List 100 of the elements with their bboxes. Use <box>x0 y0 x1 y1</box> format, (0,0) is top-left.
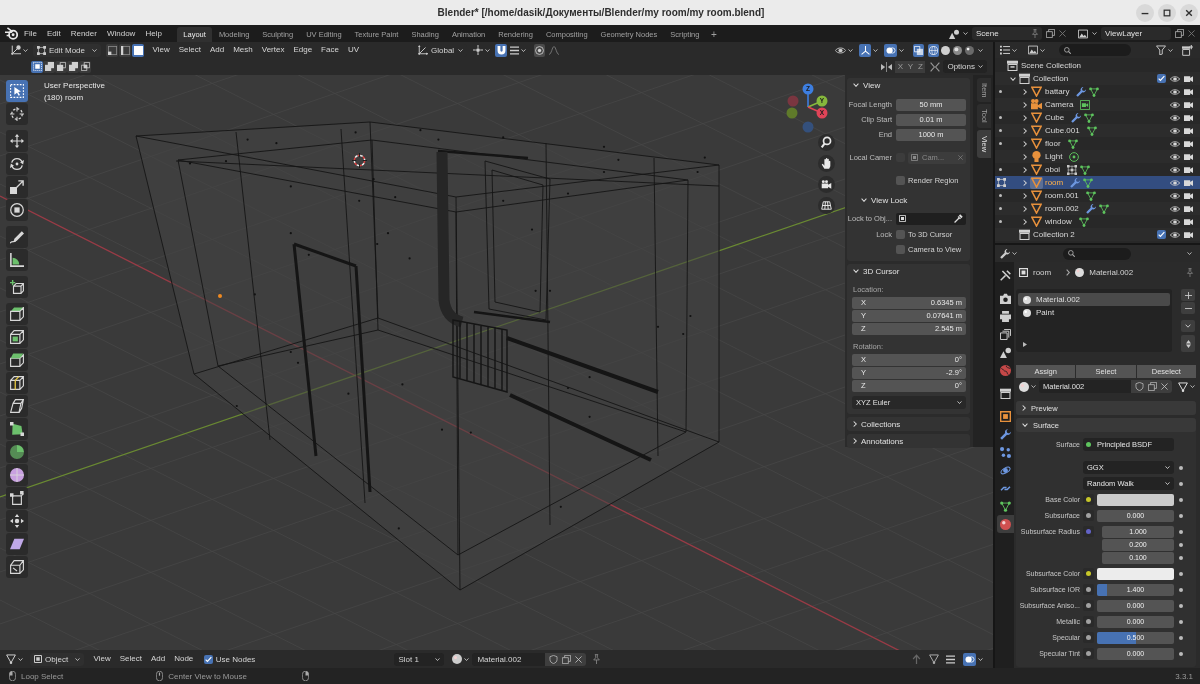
edge-select-icon[interactable] <box>119 43 131 57</box>
menu-item[interactable]: Select <box>115 652 147 666</box>
pin-icon[interactable] <box>1031 29 1039 38</box>
overlapping-circles-icon[interactable] <box>963 652 976 666</box>
plus-icon[interactable] <box>1181 289 1195 301</box>
grid-icon[interactable] <box>818 197 835 214</box>
camera-icon[interactable] <box>1184 113 1193 122</box>
menu-item[interactable]: View <box>89 652 116 666</box>
app-logo-icon[interactable] <box>5 27 18 40</box>
camera-icon[interactable] <box>1184 165 1193 174</box>
menu-item[interactable]: Add <box>146 652 170 666</box>
dot-icon[interactable] <box>999 194 1002 197</box>
dot-icon[interactable] <box>999 168 1002 171</box>
crosshair-dot-icon[interactable] <box>473 45 483 55</box>
camera-icon[interactable] <box>1184 87 1193 96</box>
menu-item[interactable]: Select <box>174 43 206 57</box>
add-workspace-button[interactable]: + <box>705 27 722 42</box>
menu-item[interactable]: Edit <box>41 26 66 41</box>
overlapping-circles-icon[interactable] <box>884 43 897 57</box>
three-lines-icon[interactable] <box>946 654 955 664</box>
wireframe-sphere-icon[interactable] <box>928 43 939 57</box>
axis-toggle[interactable]: Z <box>915 60 926 73</box>
keyframe-dot-icon[interactable] <box>1179 619 1183 624</box>
camera-icon[interactable] <box>1184 191 1193 200</box>
menu-item[interactable]: Add <box>205 43 229 57</box>
minus-icon[interactable] <box>1181 302 1195 314</box>
image-icon[interactable] <box>1078 28 1088 39</box>
menu-item[interactable]: Render <box>65 26 102 41</box>
wrench-icon[interactable] <box>1085 203 1096 214</box>
vertex-triangle-icon[interactable] <box>1085 190 1096 201</box>
caret-icon[interactable] <box>1040 48 1045 52</box>
select-box-icon[interactable] <box>6 80 28 102</box>
eyedropper-icon[interactable] <box>954 214 963 223</box>
checkbox[interactable] <box>896 176 905 185</box>
eye-icon[interactable] <box>1170 165 1180 174</box>
caret-icon[interactable] <box>485 48 490 52</box>
magnet-icon[interactable] <box>495 43 507 57</box>
cube-top-face-icon[interactable] <box>6 303 28 325</box>
grid-icon[interactable] <box>1067 164 1078 175</box>
eye-icon[interactable] <box>1170 87 1180 96</box>
socket-icon[interactable] <box>1086 497 1091 502</box>
material-sphere-icon[interactable] <box>1019 381 1029 392</box>
scene-field[interactable]: Scene <box>972 27 1042 40</box>
caret-icon[interactable] <box>1165 466 1170 469</box>
socket-icon[interactable] <box>1086 619 1091 624</box>
tree-row[interactable]: floor <box>995 137 1200 150</box>
eye-icon[interactable] <box>1170 113 1180 122</box>
cone-sphere-icon[interactable] <box>949 28 959 39</box>
menu-item[interactable]: Vertex <box>257 43 289 57</box>
socket-icon[interactable] <box>1086 651 1091 656</box>
caret-icon[interactable] <box>963 32 968 35</box>
cube-plus-icon[interactable] <box>6 276 28 298</box>
tree-row[interactable]: room <box>995 176 1200 189</box>
tree-row[interactable]: Cube.001 <box>995 124 1200 137</box>
menu-item[interactable]: Node <box>169 652 198 666</box>
material-sphere-icon[interactable] <box>997 515 1014 533</box>
cube-dots-icon[interactable] <box>6 487 28 509</box>
caret-icon[interactable] <box>23 48 28 52</box>
keyframe-dot-icon[interactable] <box>1179 481 1183 486</box>
wrench-icon[interactable] <box>1000 248 1010 259</box>
tree-row[interactable]: window <box>995 215 1200 228</box>
caret-icon[interactable] <box>521 48 526 52</box>
checkbox[interactable] <box>203 654 213 664</box>
keyframe-dot-icon[interactable] <box>1179 555 1183 560</box>
copy-icon[interactable] <box>1175 29 1184 38</box>
panel-header[interactable]: Collections <box>847 417 970 431</box>
subpanel-header[interactable]: View Lock <box>847 193 970 207</box>
axis-toggle[interactable]: X <box>895 60 906 73</box>
squares-subtract-icon[interactable] <box>55 60 67 73</box>
socket-icon[interactable] <box>1086 513 1091 518</box>
copy-icon[interactable] <box>562 654 572 664</box>
ring-dot-icon[interactable] <box>534 43 545 57</box>
bell-curve-icon[interactable] <box>549 45 559 55</box>
keyframe-dot-icon[interactable] <box>1179 542 1183 547</box>
keyframe-dot-icon[interactable] <box>1179 651 1183 656</box>
mode-dropdown[interactable]: Edit Mode <box>33 43 101 57</box>
keyframe-dot-icon[interactable] <box>1179 497 1183 502</box>
tree-row[interactable]: battary <box>995 85 1200 98</box>
vertex-triangle-icon[interactable] <box>1084 112 1095 123</box>
copy-icon[interactable] <box>1046 29 1055 38</box>
axis-arrows-icon[interactable] <box>859 43 871 57</box>
socket-icon[interactable] <box>1086 635 1091 640</box>
search-field[interactable] <box>1059 44 1131 56</box>
negative-x-axis-handle[interactable] <box>787 95 799 107</box>
polygon-icon[interactable] <box>6 418 28 440</box>
expand-arrow-icon[interactable] <box>1023 342 1027 347</box>
color-swatch[interactable] <box>1097 567 1174 580</box>
socket-icon[interactable] <box>1086 587 1091 592</box>
copy-icon[interactable] <box>1148 382 1157 391</box>
panel-header[interactable]: View <box>847 78 970 92</box>
parallelogram-icon[interactable] <box>6 533 28 555</box>
socket-icon[interactable] <box>1086 442 1091 447</box>
rotate-arrows-icon[interactable] <box>6 153 28 175</box>
restore-icon[interactable] <box>1158 3 1176 22</box>
eye-icon[interactable] <box>1170 139 1180 148</box>
keyframe-dot-icon[interactable] <box>1179 635 1183 640</box>
vertex-triangle-icon[interactable] <box>1067 138 1078 149</box>
socket-icon[interactable] <box>1086 603 1091 608</box>
eye-icon[interactable] <box>1170 230 1180 239</box>
vertex-triangle-icon[interactable] <box>1089 86 1100 97</box>
